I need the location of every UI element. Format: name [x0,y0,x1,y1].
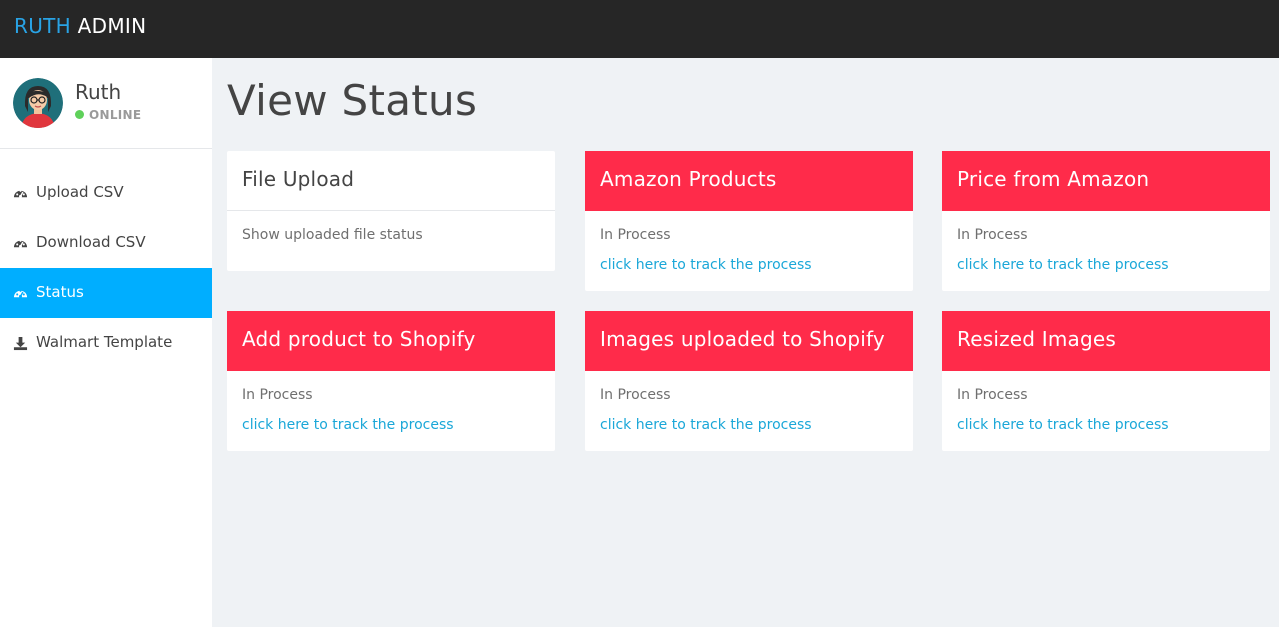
card-status: In Process [600,387,671,403]
user-name: Ruth [75,80,122,104]
nav-label: Walmart Template [36,333,173,351]
track-process-link[interactable]: click here to track the process [242,417,454,433]
track-process-link[interactable]: click here to track the process [957,257,1169,273]
user-profile: Ruth ONLINE [0,58,212,149]
user-status-label: ONLINE [89,108,142,122]
nav-item-walmart-template[interactable]: Walmart Template [0,318,212,368]
user-status: ONLINE [75,108,141,122]
dashboard-icon [13,286,28,301]
card-body: In Process click here to track the proce… [585,371,913,433]
brand-part2: ADMIN [77,14,147,38]
card-title: Add product to Shopify [227,311,555,371]
nav-label: Download CSV [36,233,146,251]
dashboard-icon [13,186,28,201]
card-resized-images: Resized Images In Process click here to … [942,311,1270,451]
brand-part1: RUTH [14,14,71,38]
avatar [13,78,63,128]
card-body: In Process click here to track the proce… [227,371,555,433]
download-icon [13,336,28,351]
card-status: In Process [242,387,313,403]
card-status: In Process [957,387,1028,403]
page-title: View Status [227,76,478,125]
track-process-link[interactable]: click here to track the process [600,417,812,433]
card-price-from-amazon: Price from Amazon In Process click here … [942,151,1270,291]
card-body: In Process click here to track the proce… [942,371,1270,433]
online-dot-icon [75,110,84,119]
card-status: In Process [600,227,671,243]
card-body: Show uploaded file status [227,211,555,257]
card-body: In Process click here to track the proce… [942,211,1270,273]
top-navbar: RUTH ADMIN [0,0,1279,58]
card-add-product-shopify: Add product to Shopify In Process click … [227,311,555,451]
card-title: Price from Amazon [942,151,1270,211]
card-file-upload: File Upload Show uploaded file status [227,151,555,271]
nav-item-upload-csv[interactable]: Upload CSV [0,168,212,218]
card-status: In Process [957,227,1028,243]
card-images-uploaded-shopify: Images uploaded to Shopify In Process cl… [585,311,913,451]
card-body: In Process click here to track the proce… [585,211,913,273]
nav-item-download-csv[interactable]: Download CSV [0,218,212,268]
nav-label: Upload CSV [36,183,124,201]
track-process-link[interactable]: click here to track the process [600,257,812,273]
card-status: Show uploaded file status [242,227,423,243]
card-title: Images uploaded to Shopify [585,311,913,371]
sidebar: Ruth ONLINE Upload CSV Download CSV Stat… [0,58,212,627]
card-amazon-products: Amazon Products In Process click here to… [585,151,913,291]
nav-label: Status [36,283,84,301]
nav-item-status[interactable]: Status [0,268,212,318]
card-title: Resized Images [942,311,1270,371]
card-title: Amazon Products [585,151,913,211]
card-title: File Upload [227,151,555,211]
dashboard-icon [13,236,28,251]
brand-logo[interactable]: RUTH ADMIN [14,14,146,38]
track-process-link[interactable]: click here to track the process [957,417,1169,433]
